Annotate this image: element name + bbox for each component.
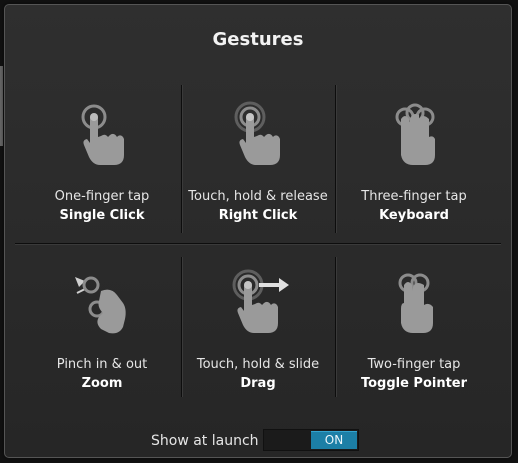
gesture-action: Zoom: [81, 376, 123, 391]
gesture-action: Single Click: [59, 208, 145, 223]
gesture-action: Keyboard: [379, 208, 449, 223]
gesture-grid: One-finger tap Single Click Touch, hold …: [15, 85, 501, 401]
gesture-right-click[interactable]: Touch, hold & release Right Click: [177, 81, 339, 231]
gesture-keyboard[interactable]: Three-finger tap Keyboard: [333, 81, 495, 231]
gesture-description: One-finger tap: [54, 189, 150, 204]
gesture-action: Toggle Pointer: [360, 376, 468, 391]
gesture-toggle-pointer[interactable]: Two-finger tap Toggle Pointer: [333, 249, 495, 399]
three-finger-tap-icon: [395, 103, 435, 165]
background-window-edge: [0, 66, 3, 146]
gesture-zoom[interactable]: Pinch in & out Zoom: [21, 249, 183, 399]
gesture-description: Touch, hold & slide: [196, 357, 320, 372]
row-divider: [15, 243, 501, 244]
gesture-single-click[interactable]: One-finger tap Single Click: [21, 81, 183, 231]
one-finger-tap-icon: [81, 104, 124, 165]
gesture-description: Touch, hold & release: [188, 189, 328, 204]
show-at-launch-toggle[interactable]: ON: [263, 429, 359, 451]
gesture-description: Two-finger tap: [367, 357, 461, 372]
pinch-icon: [75, 276, 126, 334]
gesture-description: Pinch in & out: [56, 357, 148, 372]
touch-hold-slide-icon: [232, 269, 289, 333]
gesture-action: Drag: [240, 376, 276, 391]
toggle-state: ON: [311, 431, 357, 449]
gesture-description: Three-finger tap: [361, 189, 467, 204]
gesture-drag[interactable]: Touch, hold & slide Drag: [177, 249, 339, 399]
show-at-launch-label: Show at launch: [151, 433, 259, 449]
gesture-action: Right Click: [218, 208, 298, 223]
touch-hold-release-icon: [234, 101, 280, 165]
dialog-title: Gestures: [212, 29, 304, 50]
gestures-dialog: Gestures One-finger tap Single Click Tou: [4, 4, 512, 458]
two-finger-tap-icon: [398, 273, 433, 333]
